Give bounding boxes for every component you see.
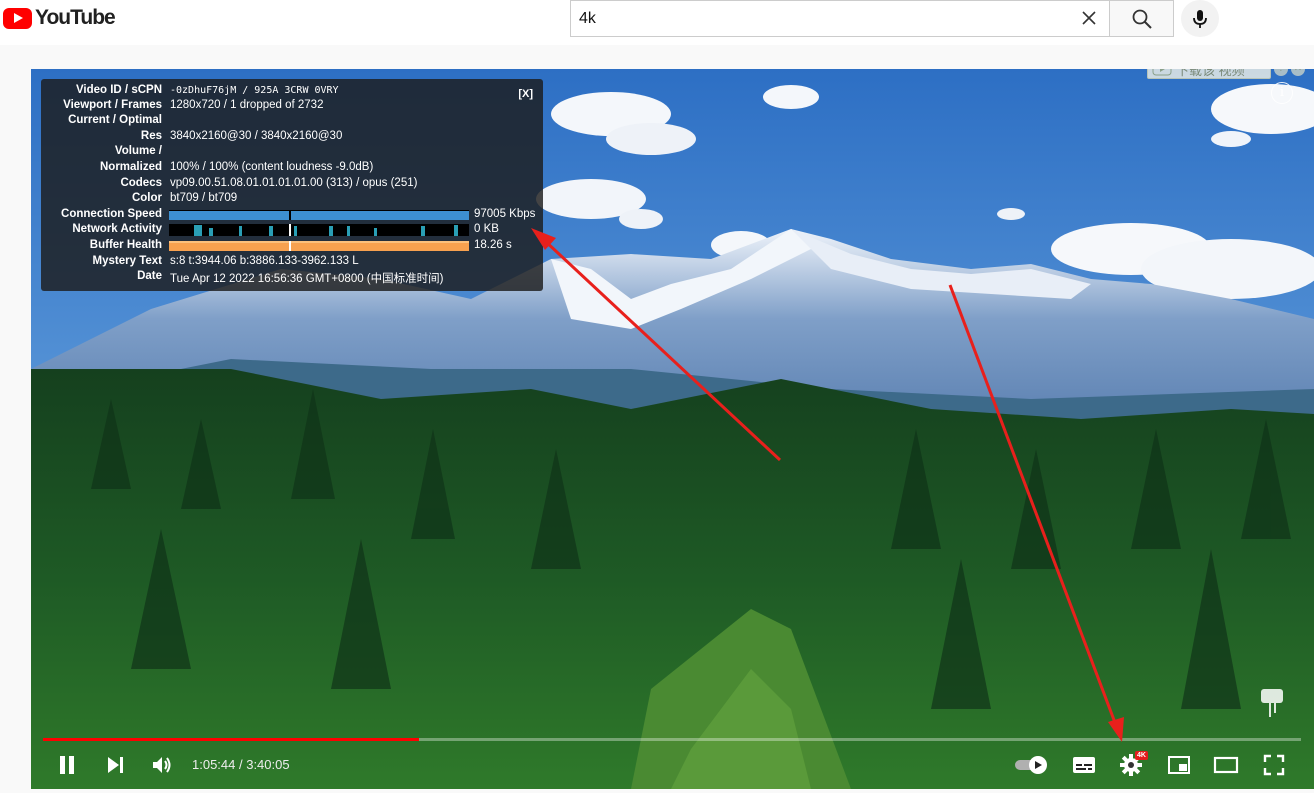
stats-row: Mystery Text s:8 t:3944.06 b:3886.133-39… — [41, 255, 543, 270]
theater-icon — [1213, 756, 1239, 774]
stats-value: bt709 / bt709 — [170, 192, 238, 204]
stats-label: Network Activity — [72, 223, 162, 235]
stats-row: Normalized 100% / 100% (content loudness… — [41, 161, 543, 176]
search-box — [570, 0, 1174, 37]
logo-text: YouTube — [35, 6, 116, 29]
fullscreen-button[interactable] — [1259, 751, 1289, 779]
close-icon[interactable] — [1078, 7, 1100, 29]
connection-speed-graph — [169, 210, 469, 220]
next-button[interactable] — [101, 751, 129, 779]
miniplayer-button[interactable] — [1164, 751, 1194, 779]
subtitles-button[interactable] — [1069, 751, 1099, 779]
youtube-logo[interactable]: YouTube — [3, 6, 116, 30]
play-logo-icon — [3, 7, 32, 29]
stats-label: Current / Optimal — [68, 114, 162, 126]
close-icon[interactable]: ✕ — [1291, 69, 1305, 76]
masthead: YouTube — [0, 0, 1314, 45]
play-icon — [1152, 69, 1172, 76]
stats-label: Volume / — [114, 145, 162, 157]
stats-label: Mystery Text — [92, 255, 162, 267]
pause-button[interactable] — [53, 751, 81, 779]
miniplayer-icon — [1168, 756, 1190, 774]
stats-value: 1280x720 / 1 dropped of 2732 — [170, 99, 324, 111]
search-icon — [1132, 9, 1152, 29]
autoplay-toggle[interactable] — [1013, 751, 1051, 779]
mic-icon — [1193, 9, 1207, 28]
stats-row: Color bt709 / bt709 — [41, 192, 543, 207]
quality-badge: 4K — [1135, 751, 1148, 760]
stats-row-buffer-health: Buffer Health 18.26 s — [41, 239, 543, 254]
stats-value: 97005 Kbps — [474, 208, 536, 220]
autoplay-icon — [1015, 756, 1047, 774]
stats-value: Tue Apr 12 2022 16:56:36 GMT+0800 (中国标准时… — [170, 273, 444, 285]
search-button[interactable] — [1109, 0, 1174, 37]
download-helper: 下载该 视频 ? ✕ — [1147, 69, 1305, 79]
time-display: 1:05:44 / 3:40:05 — [192, 757, 290, 772]
stats-label: Date — [137, 270, 162, 282]
stats-value: 100% / 100% (content loudness -9.0dB) — [170, 161, 374, 173]
network-activity-graph — [169, 224, 469, 236]
stats-label: Buffer Health — [89, 239, 162, 251]
search-input[interactable] — [570, 0, 1109, 37]
stats-row-network-activity: Network Activity 0 KB — [41, 223, 543, 238]
stats-row: Viewport / Frames 1280x720 / 1 dropped o… — [41, 99, 543, 114]
info-icon[interactable]: i — [1271, 82, 1293, 104]
skip-next-icon — [108, 757, 123, 773]
volume-icon — [153, 757, 171, 773]
theater-mode-button[interactable] — [1211, 751, 1241, 779]
voice-search-button[interactable] — [1181, 0, 1219, 37]
buffer-health-graph — [169, 241, 469, 251]
download-video-button[interactable]: 下载该 视频 — [1147, 69, 1271, 79]
help-icon[interactable]: ? — [1274, 69, 1288, 76]
stats-row: Res 3840x2160@30 / 3840x2160@30 — [41, 130, 543, 145]
stats-row: Video ID / sCPN -0zDhuF76jM / 925A 3CRW … — [41, 84, 543, 99]
stats-row: Volume / — [41, 145, 543, 160]
stats-value: vp09.00.51.08.01.01.01.01.00 (313) / opu… — [170, 177, 418, 189]
mute-button[interactable] — [148, 751, 176, 779]
stats-value: 0 KB — [474, 223, 499, 235]
stats-value: s:8 t:3944.06 b:3886.133-3962.133 L — [170, 255, 359, 267]
download-video-label: 下载该 视频 — [1176, 69, 1245, 78]
stats-for-nerds-panel: [X] Video ID / sCPN -0zDhuF76jM / 925A 3… — [41, 79, 543, 291]
stats-label: Connection Speed — [61, 208, 162, 220]
progress-bar[interactable] — [43, 738, 1301, 741]
stats-value: 3840x2160@30 / 3840x2160@30 — [170, 130, 343, 142]
stats-label: Color — [131, 192, 162, 204]
video-player[interactable]: [X] Video ID / sCPN -0zDhuF76jM / 925A 3… — [31, 69, 1314, 789]
stats-row-connection-speed: Connection Speed 97005 Kbps — [41, 208, 543, 223]
pause-icon — [60, 756, 74, 774]
progress-played — [43, 738, 419, 741]
stats-row: Date Tue Apr 12 2022 16:56:36 GMT+0800 (… — [41, 270, 543, 285]
stats-label: Codecs — [120, 177, 162, 189]
stats-label: Video ID / sCPN — [75, 84, 162, 96]
stats-value: 18.26 s — [474, 239, 512, 251]
stats-row: Codecs vp09.00.51.08.01.01.01.01.00 (313… — [41, 177, 543, 192]
fullscreen-icon — [1263, 754, 1285, 776]
stats-label: Res — [140, 130, 162, 142]
stats-value: -0zDhuF76jM / 925A 3CRW 0VRY — [170, 85, 339, 96]
stats-label: Viewport / Frames — [63, 99, 162, 111]
stats-row: Current / Optimal — [41, 114, 543, 129]
subtitles-icon — [1073, 757, 1095, 773]
stats-label: Normalized — [100, 161, 162, 173]
